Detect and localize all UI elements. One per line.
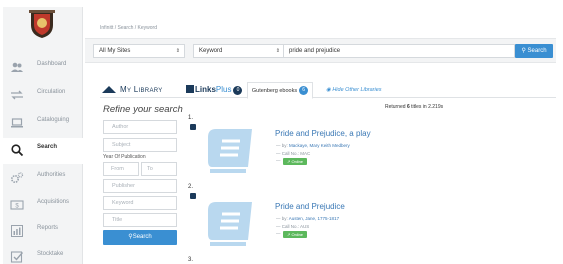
result-number: 3. <box>188 257 194 263</box>
refine-search-button[interactable]: ⚲Search <box>103 230 177 245</box>
sidebar-item-reports[interactable]: Reports <box>3 219 83 245</box>
callno-text: Call No.: AUS <box>281 224 310 229</box>
search-icon: ⚲ <box>521 48 526 54</box>
linksplus-logo-icon <box>186 85 194 93</box>
book-type-icon <box>190 124 196 130</box>
author-link[interactable]: Austen, Jane, 1775-1817 <box>289 216 339 221</box>
title-field[interactable]: Title <box>103 213 177 227</box>
sidebar-item-label: Reports <box>37 225 59 231</box>
sidebar-item-authorities[interactable]: Authorities <box>3 166 83 192</box>
select-caret-icon: ⇕ <box>175 48 180 54</box>
button-label: Search <box>132 234 152 240</box>
result-number: 2. <box>188 184 194 190</box>
count-badge: 6 <box>299 86 309 95</box>
by-prefix: by: <box>281 143 290 148</box>
tab-label-plus: Plus <box>215 85 232 94</box>
tab-label: Gutenberg ebooks <box>251 88 298 94</box>
library-tabs: My Library LinksPlus 0 Gutenberg ebooks 6 … <box>100 82 556 99</box>
book-cover-icon[interactable] <box>200 194 260 254</box>
field-select-value: Keyword <box>199 48 223 54</box>
search-bar: All My Sites ⇕ Keyword ⇕ pride and preju… <box>85 38 556 63</box>
app-window: Dashboard Circulation Cataloguing Search… <box>0 0 563 264</box>
author-field[interactable]: Author <box>103 120 177 134</box>
cogs-icon <box>10 171 24 185</box>
sidebar-item-label: Authorities <box>37 172 66 178</box>
result-callno: — Call No.: MAC <box>276 151 311 156</box>
author-link[interactable]: Mackaye, Mary Keith Medbery <box>289 143 350 148</box>
publisher-field[interactable]: Publisher <box>103 179 177 193</box>
sidebar-item-dashboard[interactable]: Dashboard <box>3 55 83 81</box>
hide-other-libraries-link[interactable]: ◉ Hide Other Libraries <box>326 82 382 98</box>
site-select-value: All My Sites <box>99 48 131 54</box>
result-title-link[interactable]: Pride and Prejudice <box>275 202 345 211</box>
sidebar: Dashboard Circulation Cataloguing Search… <box>3 7 83 264</box>
search-icon <box>10 143 24 157</box>
result-number: 1. <box>188 115 194 121</box>
field-select[interactable]: Keyword ⇕ <box>193 44 285 58</box>
online-label: Online <box>291 159 304 164</box>
sidebar-item-label: Dashboard <box>37 61 67 67</box>
search-button[interactable]: ⚲ Search <box>515 44 553 58</box>
search-input[interactable]: pride and prejudice <box>283 44 515 58</box>
laptop-icon <box>10 116 24 130</box>
dash: — <box>276 158 281 163</box>
year-of-publication-label: Year Of Publication <box>103 154 146 160</box>
mountain-icon <box>102 86 116 93</box>
by-prefix: by: <box>281 216 289 221</box>
from-year-field[interactable]: From <box>103 162 139 176</box>
tab-label-links: Links <box>195 85 216 94</box>
tab-linksplus[interactable]: LinksPlus 0 <box>186 82 243 98</box>
sidebar-item-label: Acquisitions <box>37 199 70 205</box>
sidebar-item-stocktake[interactable]: Stocktake <box>3 245 83 264</box>
refine-title: Refine your search <box>103 104 183 115</box>
book-cover-icon[interactable] <box>200 121 260 181</box>
chart-icon <box>10 224 24 238</box>
online-badge[interactable]: ↗ Online <box>283 158 307 165</box>
to-year-field[interactable]: To <box>141 162 177 176</box>
link-icon: ↗ <box>286 159 291 164</box>
sidebar-item-acquisitions[interactable]: $ Acquisitions <box>3 193 83 219</box>
tab-my-library[interactable]: My Library <box>102 82 163 98</box>
tab-label: My Library <box>120 85 163 94</box>
result-author: — by: Mackaye, Mary Keith Medbery <box>276 143 350 148</box>
callno-text: Call No.: MAC <box>281 151 311 156</box>
result-title-link[interactable]: Pride and Prejudice, a play <box>275 129 371 138</box>
summary-prefix: Returned <box>385 104 407 110</box>
sidebar-item-circulation[interactable]: Circulation <box>3 83 83 109</box>
online-badge[interactable]: ↗ Online <box>283 231 307 238</box>
sidebar-item-label: Circulation <box>37 89 66 95</box>
dash: — <box>276 231 281 236</box>
sidebar-item-cataloguing[interactable]: Cataloguing <box>3 111 83 137</box>
sidebar-item-search[interactable]: Search <box>3 138 83 164</box>
search-button-label: Search <box>527 48 547 54</box>
count-badge: 0 <box>233 86 243 95</box>
breadcrumb: Infinitt / Search / Keyword <box>100 25 157 31</box>
sidebar-item-label: Stocktake <box>37 251 64 257</box>
swap-icon <box>10 88 24 102</box>
tab-gutenberg[interactable]: Gutenberg ebooks 6 <box>247 82 313 99</box>
keyword-field[interactable]: Keyword <box>103 196 177 210</box>
result-author: — by: Austen, Jane, 1775-1817 <box>276 216 340 221</box>
book-type-icon <box>190 193 196 199</box>
result-callno: — Call No.: AUS <box>276 224 310 229</box>
link-icon: ↗ <box>286 232 291 237</box>
sidebar-item-label: Cataloguing <box>37 117 70 123</box>
summary-suffix: titles in 2.219s <box>409 104 444 110</box>
dollar-icon: $ <box>10 198 24 212</box>
online-label: Online <box>291 232 304 237</box>
site-select[interactable]: All My Sites ⇕ <box>93 44 185 58</box>
results-summary: Returned 6 titles in 2.219s <box>385 104 443 110</box>
select-caret-icon: ⇕ <box>275 48 280 54</box>
sidebar-item-label: Search <box>37 144 58 150</box>
subject-field[interactable]: Subject <box>103 138 177 152</box>
users-icon <box>10 60 24 74</box>
checkbox-icon <box>10 250 24 264</box>
link-label: Hide Other Libraries <box>332 87 382 93</box>
crest-logo <box>29 10 55 38</box>
